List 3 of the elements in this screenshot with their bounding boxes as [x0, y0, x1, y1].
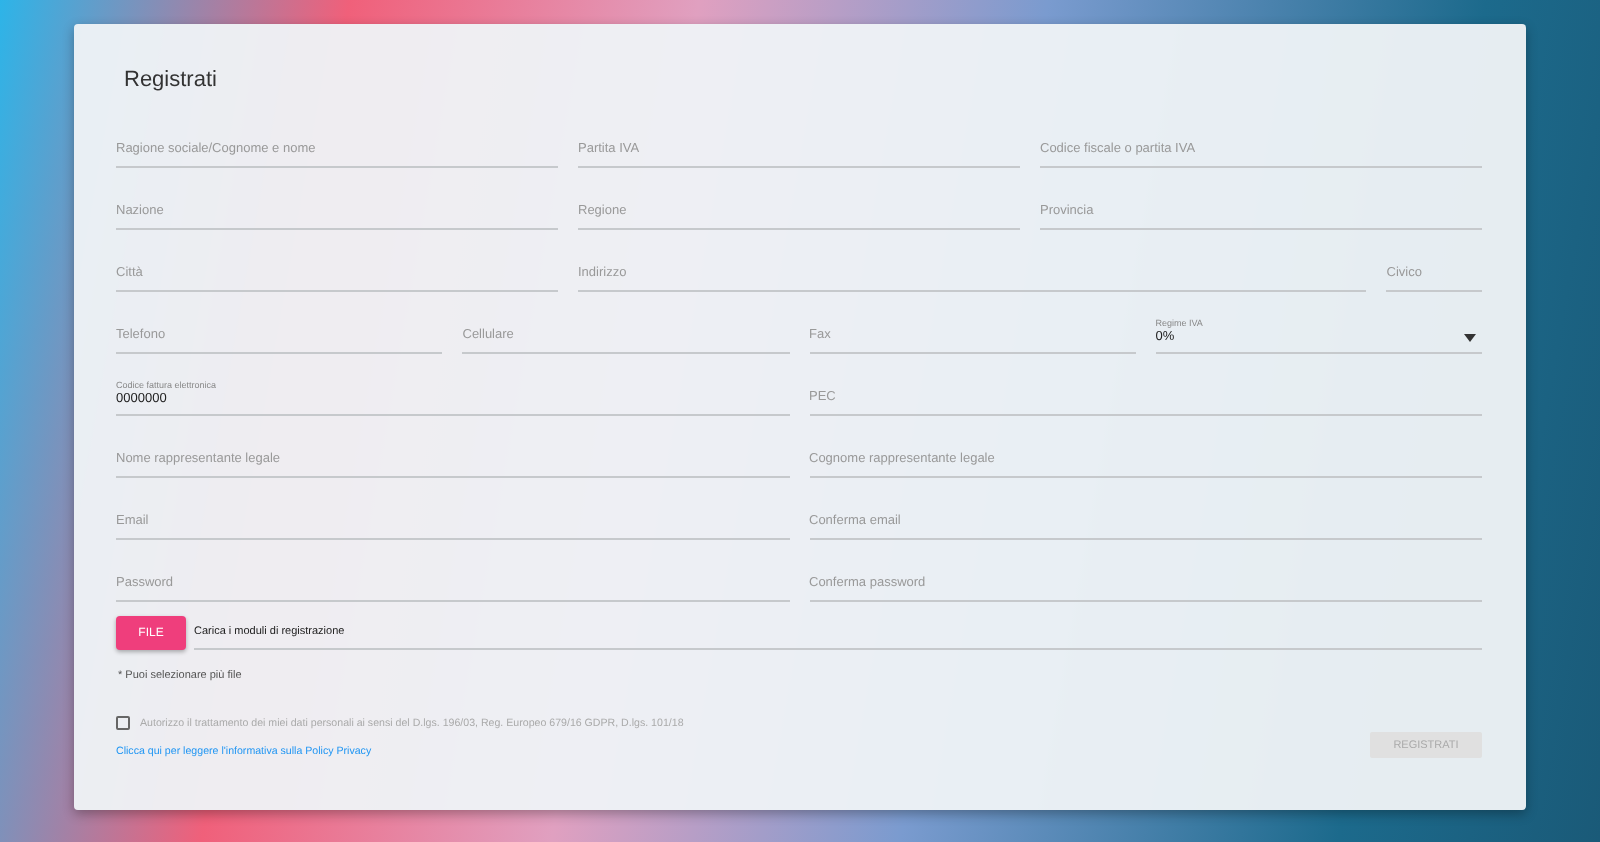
consent-checkbox[interactable]: [116, 716, 130, 730]
form-title: Registrati: [124, 68, 219, 92]
caret-icon: [1464, 334, 1476, 342]
